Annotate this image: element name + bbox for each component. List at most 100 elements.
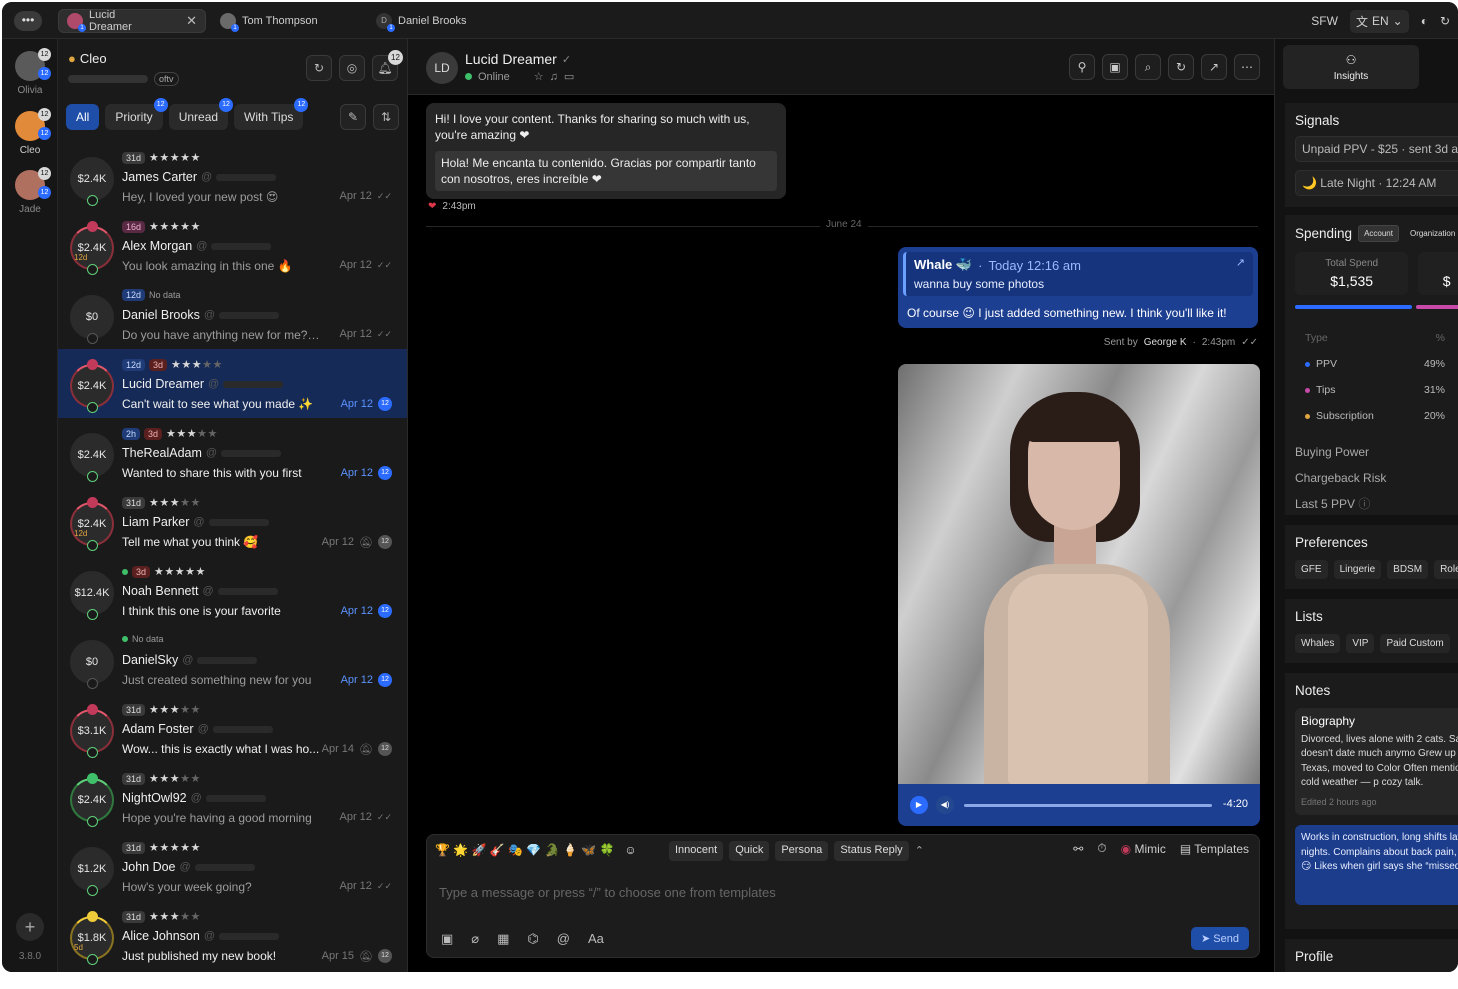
- add-account-button[interactable]: +: [16, 913, 44, 941]
- message-input[interactable]: Type a message or press “/” to choose on…: [439, 885, 776, 900]
- gif-icon[interactable]: ▦: [497, 931, 509, 947]
- media-photo[interactable]: [898, 364, 1260, 784]
- conversation-row[interactable]: $2.4K 12d 31d ★★★★★ Liam Parker @ Tell me what…: [58, 487, 407, 556]
- list-tag[interactable]: Whales: [1295, 634, 1341, 653]
- conversation-row[interactable]: $1.8K 5d 31d ★★★★★ Alice Johnson @ Just publis…: [58, 901, 407, 970]
- conversation-row[interactable]: $2.4K 31d ★★★★★ NightOwl92 @ Hope you're havi…: [58, 763, 407, 832]
- last-5-ppv[interactable]: Last 5 PPV ⓘ: [1295, 491, 1458, 517]
- volume-icon[interactable]: ◀): [936, 796, 954, 814]
- last-message: I think this one is your favorite: [122, 604, 281, 618]
- mute-icon: 🔕︎: [359, 536, 373, 549]
- insights-tab[interactable]: ⚇ Insights: [1283, 45, 1419, 89]
- outgoing-message[interactable]: Whale 🐳 · Today 12:16 am wanna buy some …: [898, 247, 1258, 328]
- segment-account[interactable]: Account: [1358, 225, 1399, 242]
- note-item[interactable]: Works in construction, long shifts late …: [1295, 825, 1458, 905]
- external-link-icon[interactable]: ↗: [1201, 54, 1227, 80]
- quick-quick[interactable]: Quick: [729, 841, 770, 861]
- quoted-message[interactable]: Whale 🐳 · Today 12:16 am wanna buy some …: [903, 252, 1253, 296]
- tab-tom-thompson[interactable]: 1 Tom Thompson: [212, 9, 326, 33]
- quick-innocent[interactable]: Innocent: [669, 841, 724, 861]
- pref-tag[interactable]: Lingerie: [1333, 560, 1382, 579]
- language-select[interactable]: 文 EN ⌄: [1349, 9, 1409, 33]
- chevron-up-icon[interactable]: ⌃: [915, 841, 924, 861]
- filter-priority[interactable]: Priority 12: [105, 98, 168, 130]
- send-button[interactable]: ➤ Send: [1191, 927, 1249, 950]
- moon-icon[interactable]: ◐: [1421, 14, 1428, 28]
- incoming-message[interactable]: Hi! I love your content. Thanks for shar…: [426, 103, 786, 199]
- conversation-row[interactable]: $1.2K 31d ★★★★★ John Doe @ How's your week go…: [58, 832, 407, 901]
- row-meta: 12d No data: [122, 289, 181, 301]
- handle: @: [196, 240, 208, 252]
- chargeback-risk[interactable]: Chargeback Risk: [1295, 465, 1458, 491]
- font-icon[interactable]: Aa: [588, 931, 604, 947]
- bell-icon[interactable]: 🔔︎ 12: [372, 50, 403, 81]
- contact-name: DanielSky: [122, 653, 179, 667]
- account-jade[interactable]: 12 12 Jade: [12, 167, 51, 215]
- buying-power[interactable]: Buying Power: [1295, 439, 1458, 465]
- filter-all[interactable]: All: [66, 104, 100, 130]
- pref-tag[interactable]: Role: [1434, 560, 1458, 579]
- emoji-icon[interactable]: ☺: [624, 843, 636, 857]
- more-icon[interactable]: •••: [14, 11, 42, 31]
- progress-bar[interactable]: [964, 804, 1212, 807]
- avatar: $0: [70, 295, 114, 344]
- note-biography[interactable]: Biography Divorced, lives alone with 2 c…: [1295, 708, 1458, 815]
- account-cleo[interactable]: 12 12 Cleo: [12, 108, 51, 156]
- pin-icon[interactable]: ⚲: [1069, 54, 1095, 80]
- pref-tag[interactable]: GFE: [1295, 560, 1328, 579]
- segment-organization[interactable]: Organization: [1405, 226, 1458, 241]
- tab-daniel-brooks[interactable]: D1 Daniel Brooks: [368, 9, 474, 33]
- templates-button[interactable]: ▤ Templates: [1180, 842, 1249, 856]
- signal-item[interactable]: Unpaid PPV - $25 · sent 3d a: [1295, 136, 1458, 162]
- conversation-row[interactable]: $2.4K 12d 3d ★★★★★ Lucid Dreamer @ Can't wait …: [58, 349, 407, 418]
- timer-icon[interactable]: ⏱: [1097, 841, 1106, 856]
- profile-section[interactable]: Profile: [1285, 939, 1458, 972]
- filter-unread[interactable]: Unread 12: [168, 98, 234, 130]
- close-icon[interactable]: ✕: [186, 13, 197, 29]
- sfw-toggle[interactable]: SFW: [1311, 14, 1338, 28]
- refresh-icon[interactable]: ↻: [1168, 54, 1194, 80]
- jump-icon[interactable]: ↗: [1236, 256, 1245, 269]
- conversation-row[interactable]: $0 12d No data Daniel Brooks @ Do you have an…: [58, 280, 407, 349]
- refresh-icon[interactable]: ↻: [306, 55, 332, 81]
- search-icon[interactable]: ⌕: [1135, 54, 1161, 80]
- refresh-icon[interactable]: ↻: [1440, 14, 1450, 28]
- attach-icon[interactable]: ⌀: [471, 931, 479, 947]
- conversation-row[interactable]: $2.4K 2h 3d ★★★★★ TheRealAdam @ Wanted to shar…: [58, 418, 407, 487]
- list-tag[interactable]: Paid Custom: [1380, 634, 1450, 653]
- account-olivia[interactable]: 12 12 Olivia: [12, 48, 51, 96]
- mention-icon[interactable]: @: [557, 931, 570, 947]
- conversation-row[interactable]: $2.4K 31d ★★★★★ James Carter @ Hey, I loved y…: [58, 142, 407, 211]
- more-icon[interactable]: ⋯: [1234, 54, 1260, 80]
- tab-lucid-dreamer[interactable]: 1 Lucid Dreamer ✕: [58, 9, 206, 33]
- chat-icon[interactable]: ◎: [339, 55, 365, 81]
- quick-status-reply[interactable]: Status Reply: [834, 841, 909, 861]
- edit-icon[interactable]: ✎: [340, 104, 366, 130]
- media-icon[interactable]: ▣: [441, 931, 453, 947]
- quick-persona[interactable]: Persona: [775, 841, 829, 861]
- row-date: Apr 12 🔕︎ 12: [322, 535, 392, 549]
- contact-name: Liam Parker: [122, 515, 190, 529]
- sort-icon[interactable]: ⇅: [373, 104, 399, 130]
- avatar: $3.1K: [70, 704, 114, 758]
- play-icon[interactable]: ▶: [910, 796, 928, 814]
- contact-name[interactable]: Lucid Dreamer: [465, 51, 557, 67]
- image-icon[interactable]: ▣: [1102, 54, 1128, 80]
- note-icon[interactable]: ▭: [564, 70, 574, 83]
- price-tag-icon[interactable]: ⌬: [527, 931, 538, 947]
- conversation-row[interactable]: $0 No data DanielSky @ Just created somethin…: [58, 625, 407, 694]
- mimic-button[interactable]: ◉ Mimic: [1121, 842, 1166, 856]
- signal-item[interactable]: 🌙 Late Night · 12:24 AM: [1295, 170, 1458, 196]
- emoji-bar[interactable]: 🏆 🌟 🚀 🎸 🎭 💎 🐊 🍦 🦋 🍀 ☺: [435, 843, 637, 857]
- conversation-row[interactable]: $3.1K 31d ★★★★★ Adam Foster @ Wow... this is …: [58, 694, 407, 763]
- filter-with-tips[interactable]: With Tips 12: [234, 98, 309, 130]
- star-icon[interactable]: ☆: [534, 70, 544, 83]
- network-icon[interactable]: ⚯: [1073, 842, 1083, 856]
- count-badge: 12: [38, 67, 51, 80]
- conversation-row[interactable]: $2.4K 12d 16d ★★★★★ Alex Morgan @ You look ama…: [58, 211, 407, 280]
- chat-list-panel: ● Cleo oftv ↻ ◎ 🔔︎ 12 All Priority 12 Unrea…: [58, 39, 408, 972]
- bell-icon[interactable]: ♫: [550, 71, 558, 83]
- list-tag[interactable]: VIP: [1346, 634, 1375, 653]
- conversation-row[interactable]: $12.4K 3d ★★★★★ Noah Bennett @ I think this o…: [58, 556, 407, 625]
- pref-tag[interactable]: BDSM: [1387, 560, 1429, 579]
